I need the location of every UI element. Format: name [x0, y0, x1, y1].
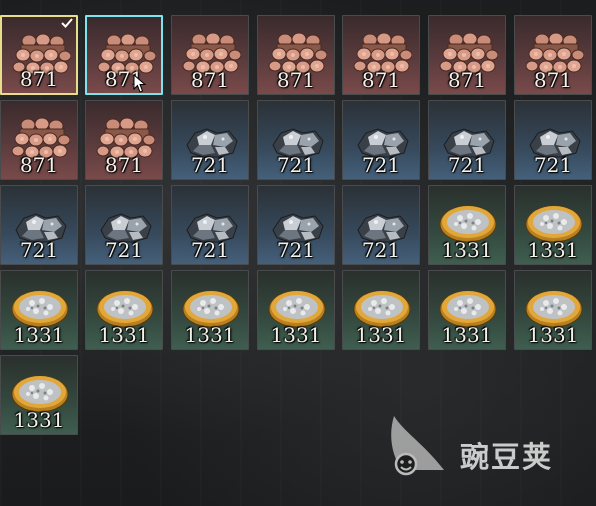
inventory-slot[interactable]: 721 — [171, 185, 249, 265]
item-count: 721 — [276, 153, 316, 177]
item-count: 721 — [190, 238, 230, 262]
inventory-slot[interactable]: 871 — [342, 15, 420, 95]
item-count: 721 — [533, 153, 573, 177]
inventory-slot[interactable]: 871 — [85, 100, 163, 180]
item-count: 871 — [361, 68, 401, 92]
item-count: 1331 — [184, 323, 236, 347]
inventory-slot[interactable]: 1331 — [428, 185, 506, 265]
item-count: 871 — [190, 68, 230, 92]
item-count: 871 — [19, 67, 59, 91]
watermark: 豌豆荚 — [382, 412, 582, 482]
checkmark-icon — [61, 18, 73, 28]
item-count: 871 — [19, 153, 59, 177]
item-count: 721 — [104, 238, 144, 262]
inventory-slot[interactable]: 871 — [85, 15, 163, 95]
item-count: 1331 — [13, 408, 65, 432]
inventory-slot[interactable]: 871 — [0, 100, 78, 180]
inventory-slot[interactable]: 721 — [257, 100, 335, 180]
inventory-slot[interactable]: 721 — [514, 100, 592, 180]
item-count: 721 — [190, 153, 230, 177]
wandoujia-logo-icon — [391, 416, 444, 476]
inventory-slot[interactable]: 721 — [342, 100, 420, 180]
item-count: 721 — [19, 238, 59, 262]
item-count: 1331 — [270, 323, 322, 347]
inventory-slot[interactable]: 1331 — [171, 270, 249, 350]
item-count: 721 — [361, 153, 401, 177]
item-count: 1331 — [355, 323, 407, 347]
inventory-slot[interactable]: 721 — [171, 100, 249, 180]
inventory-slot[interactable]: 1331 — [342, 270, 420, 350]
inventory-slot[interactable]: 721 — [342, 185, 420, 265]
item-count: 1331 — [98, 323, 150, 347]
item-count: 721 — [361, 238, 401, 262]
item-count: 1331 — [13, 323, 65, 347]
inventory-slot[interactable]: 1331 — [85, 270, 163, 350]
item-count: 871 — [104, 153, 144, 177]
inventory-slot[interactable]: 1331 — [514, 185, 592, 265]
inventory-slot[interactable]: 871 — [171, 15, 249, 95]
item-count: 721 — [447, 153, 487, 177]
inventory-slot[interactable]: 1331 — [428, 270, 506, 350]
item-count: 721 — [276, 238, 316, 262]
inventory-slot[interactable]: 871 — [257, 15, 335, 95]
inventory-slot[interactable]: 721 — [428, 100, 506, 180]
item-count: 871 — [104, 67, 144, 91]
item-count: 1331 — [527, 238, 579, 262]
item-count: 871 — [276, 68, 316, 92]
inventory-slot[interactable]: 721 — [0, 185, 78, 265]
inventory-slot[interactable]: 1331 — [257, 270, 335, 350]
mouse-cursor-icon — [133, 74, 147, 93]
inventory-slot[interactable]: 721 — [85, 185, 163, 265]
inventory-slot[interactable]: 721 — [257, 185, 335, 265]
watermark-text: 豌豆荚 — [460, 440, 554, 474]
inventory-slot[interactable]: 871 — [514, 15, 592, 95]
item-count: 1331 — [441, 323, 493, 347]
item-count: 871 — [533, 68, 573, 92]
inventory-slot[interactable]: 1331 — [0, 355, 78, 435]
inventory-slot[interactable]: 1331 — [0, 270, 78, 350]
item-count: 1331 — [441, 238, 493, 262]
inventory-slot[interactable]: 871 — [428, 15, 506, 95]
item-count: 1331 — [527, 323, 579, 347]
inventory-slot[interactable]: 1331 — [514, 270, 592, 350]
item-count: 871 — [447, 68, 487, 92]
inventory-slot[interactable]: 871 — [0, 15, 78, 95]
